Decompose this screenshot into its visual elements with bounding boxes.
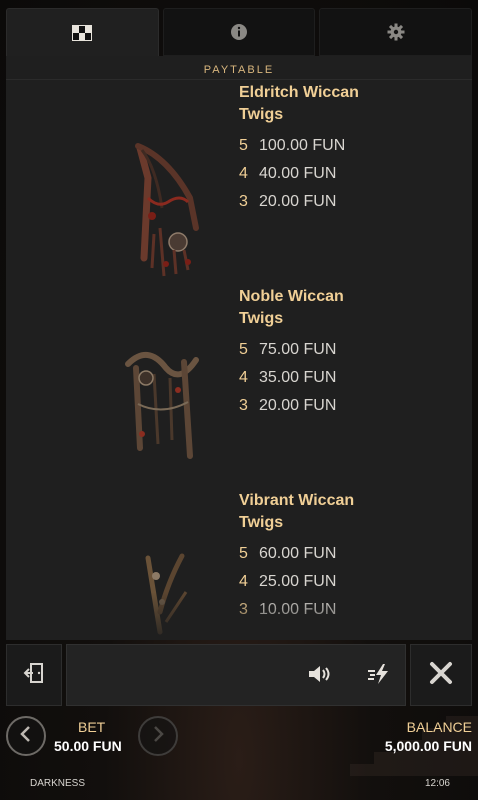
tab-info[interactable] <box>162 8 316 56</box>
eldritch-twigs-symbol-art <box>118 138 214 278</box>
balance-value: 5,000.00 FUN <box>384 738 472 754</box>
vibrant-twigs-symbol-art <box>138 552 198 640</box>
symbol-name-line1: Eldritch Wiccan <box>239 84 359 101</box>
previous-button[interactable] <box>6 716 46 756</box>
exit-door-icon <box>23 662 45 688</box>
exit-button[interactable] <box>6 644 62 706</box>
chevron-right-icon <box>151 725 165 747</box>
paytable-panel[interactable]: PAYTABLE Eldritch Wiccan Twigs 5 100.00 … <box>6 56 472 640</box>
paytable-tabs <box>6 8 473 56</box>
symbol-name-line1: Vibrant Wiccan <box>239 492 355 509</box>
symbol-noble-wiccan-twigs: Noble Wiccan Twigs 5 75.00 FUN 4 35.00 F… <box>6 286 472 486</box>
clock: 12:06 <box>424 778 450 789</box>
symbol-info: Eldritch Wiccan Twigs 5 100.00 FUN 4 40.… <box>239 82 439 216</box>
payout-amount: 25.00 FUN <box>259 573 337 590</box>
close-button[interactable] <box>410 644 472 706</box>
next-button[interactable] <box>138 716 178 756</box>
match-count: 4 <box>239 573 248 590</box>
payout-amount: 35.00 FUN <box>259 369 337 386</box>
pay-row: 5 75.00 FUN <box>239 336 439 364</box>
pay-row: 5 100.00 FUN <box>239 132 439 160</box>
pay-row: 3 20.00 FUN <box>239 392 439 420</box>
bet-label: BET <box>78 719 106 735</box>
balance-label: BALANCE <box>406 719 472 735</box>
match-count: 4 <box>239 369 248 386</box>
symbol-vibrant-wiccan-twigs: Vibrant Wiccan Twigs 5 60.00 FUN 4 25.00… <box>6 490 472 640</box>
match-count: 4 <box>239 165 248 182</box>
payout-amount: 75.00 FUN <box>259 341 337 358</box>
close-icon <box>429 661 453 689</box>
payout-amount: 10.00 FUN <box>259 601 337 618</box>
chevron-left-icon <box>19 725 33 747</box>
symbol-name: Noble Wiccan Twigs <box>239 286 439 330</box>
payout-amount: 60.00 FUN <box>259 545 337 562</box>
tab-settings[interactable] <box>319 8 473 56</box>
title-divider <box>6 79 472 80</box>
match-count: 5 <box>239 545 248 562</box>
symbol-name-line2: Twigs <box>239 514 284 531</box>
symbol-name-line1: Noble Wiccan <box>239 288 344 305</box>
payout-amount: 40.00 FUN <box>259 165 337 182</box>
section-title: PAYTABLE <box>203 64 275 76</box>
bet-value: 50.00 FUN <box>54 738 122 754</box>
match-count: 3 <box>239 193 248 210</box>
match-count: 5 <box>239 137 248 154</box>
match-count: 3 <box>239 397 248 414</box>
pay-row: 4 35.00 FUN <box>239 364 439 392</box>
pay-row: 5 60.00 FUN <box>239 540 439 568</box>
pay-row: 4 25.00 FUN <box>239 568 439 596</box>
control-bar-center <box>66 644 406 706</box>
symbol-name-line2: Twigs <box>239 310 284 327</box>
control-bar <box>6 644 472 706</box>
tab-paytable[interactable] <box>6 8 159 56</box>
pay-row: 3 20.00 FUN <box>239 188 439 216</box>
symbol-info: Vibrant Wiccan Twigs 5 60.00 FUN 4 25.00… <box>239 490 439 624</box>
match-count: 3 <box>239 601 248 618</box>
gear-icon <box>385 21 407 43</box>
turbo-button[interactable] <box>365 661 395 691</box>
pay-row: 3 10.00 FUN <box>239 596 439 624</box>
payout-amount: 100.00 FUN <box>259 137 346 154</box>
match-count: 5 <box>239 341 248 358</box>
payout-amount: 20.00 FUN <box>259 193 337 210</box>
symbol-info: Noble Wiccan Twigs 5 75.00 FUN 4 35.00 F… <box>239 286 439 420</box>
symbol-name-line2: Twigs <box>239 106 284 123</box>
pay-row: 4 40.00 FUN <box>239 160 439 188</box>
symbol-name: Vibrant Wiccan Twigs <box>239 490 439 534</box>
speaker-icon <box>307 663 333 689</box>
payout-amount: 20.00 FUN <box>259 397 337 414</box>
symbol-name: Eldritch Wiccan Twigs <box>239 82 439 126</box>
game-name: DARKNESS <box>30 778 86 789</box>
symbol-eldritch-wiccan-twigs: Eldritch Wiccan Twigs 5 100.00 FUN 4 40.… <box>6 82 472 282</box>
checkered-grid-icon <box>71 22 93 44</box>
lightning-speed-icon <box>367 663 393 689</box>
noble-twigs-symbol-art <box>118 344 214 484</box>
sound-button[interactable] <box>305 661 335 691</box>
info-icon <box>228 21 250 43</box>
